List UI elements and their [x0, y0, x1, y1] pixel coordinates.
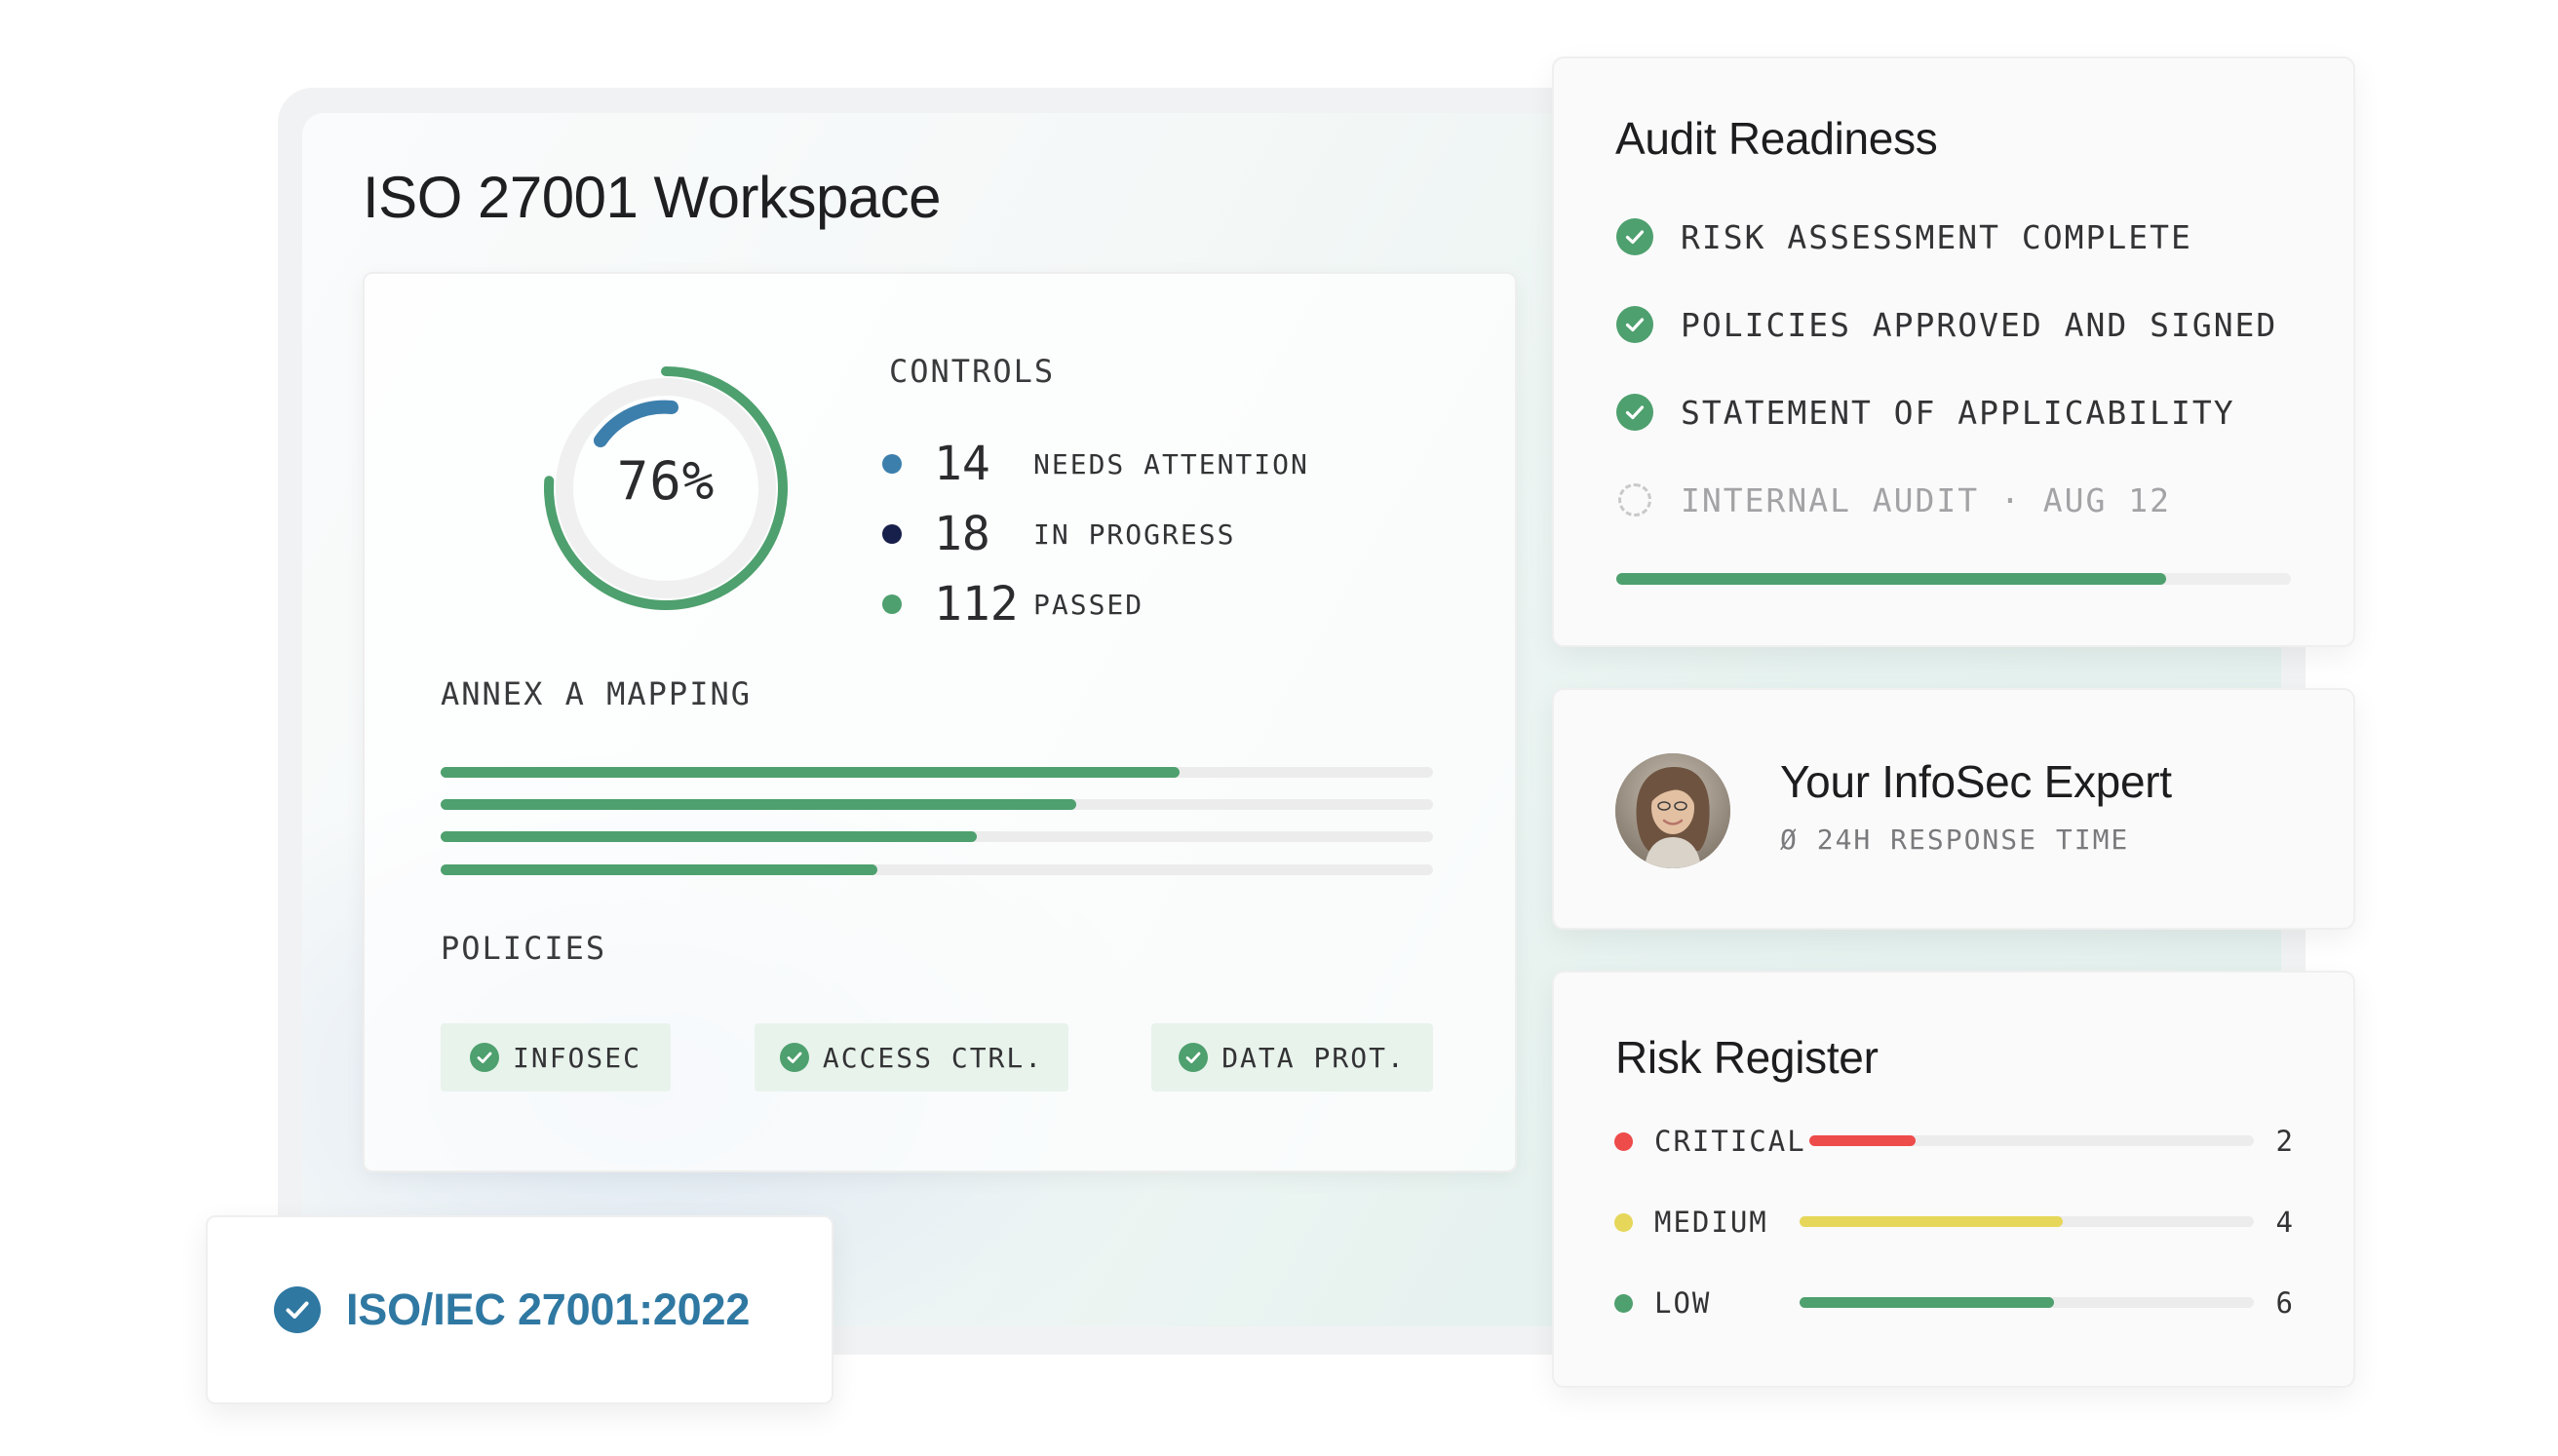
- risk-count: 6: [2275, 1286, 2293, 1320]
- risk-bar: [1800, 1216, 2254, 1227]
- legend-label: NEEDS ATTENTION: [1033, 447, 1309, 480]
- audit-item-label: INTERNAL AUDIT · AUG 12: [1681, 480, 2171, 519]
- audit-readiness-title: Audit Readiness: [1615, 113, 1938, 164]
- legend-dot: [882, 454, 902, 474]
- legend-count: 14: [934, 437, 990, 491]
- certification-badge: ISO/IEC 27001:2022: [206, 1215, 833, 1404]
- check-circle-icon: [1616, 306, 1653, 343]
- expert-subtitle: Ø 24H RESPONSE TIME: [1780, 824, 2130, 856]
- risk-bar: [1809, 1135, 2254, 1146]
- person-portrait-icon: [1615, 753, 1730, 868]
- annex-bar: [441, 799, 1433, 810]
- policy-chip-infosec[interactable]: INFOSEC: [441, 1023, 671, 1092]
- audit-item-internal-audit: INTERNAL AUDIT · AUG 12: [1616, 476, 2171, 524]
- risk-dot: [1614, 1213, 1633, 1232]
- dashed-circle-icon: [1618, 483, 1651, 517]
- policies-heading: POLICIES: [441, 930, 607, 967]
- policy-chip-label: INFOSEC: [512, 1041, 641, 1074]
- audit-item-risk-assessment: RISK ASSESSMENT COMPLETE: [1616, 212, 2192, 261]
- legend-row-passed: 112 PASSED: [882, 575, 1143, 633]
- risk-bar-fill: [1809, 1135, 1917, 1146]
- annex-bar: [441, 831, 1433, 842]
- risk-count: 2: [2275, 1125, 2293, 1158]
- controls-heading: CONTROLS: [889, 353, 1056, 390]
- controls-progress-label: 76%: [616, 450, 716, 512]
- legend-label: IN PROGRESS: [1033, 517, 1236, 551]
- verified-check-icon: [274, 1286, 321, 1333]
- audit-item-policies-approved: POLICIES APPROVED AND SIGNED: [1616, 300, 2277, 349]
- risk-row-medium: MEDIUM 4: [1614, 1203, 2293, 1242]
- risk-label: MEDIUM: [1654, 1206, 1768, 1239]
- risk-bar: [1800, 1297, 2254, 1308]
- risk-bar-fill: [1800, 1216, 2064, 1227]
- audit-readiness-progress-bar: [1616, 573, 2291, 585]
- annex-bar: [441, 767, 1433, 778]
- annex-bar-fill: [441, 864, 877, 875]
- annex-bar-fill: [441, 767, 1181, 778]
- workspace-title: ISO 27001 Workspace: [363, 165, 942, 230]
- legend-row-needs-attention: 14 NEEDS ATTENTION: [882, 435, 1309, 493]
- annex-bar-fill: [441, 831, 977, 842]
- risk-register-title: Risk Register: [1615, 1032, 1879, 1083]
- risk-label: CRITICAL: [1654, 1125, 1806, 1158]
- risk-row-critical: CRITICAL 2: [1614, 1122, 2293, 1161]
- audit-item-statement-of-applicability: STATEMENT OF APPLICABILITY: [1616, 388, 2235, 437]
- annex-heading: ANNEX A MAPPING: [441, 675, 752, 712]
- policy-chip-data-protection[interactable]: DATA PROT.: [1151, 1023, 1433, 1092]
- risk-bar-fill: [1800, 1297, 2054, 1308]
- legend-dot: [882, 594, 902, 614]
- annex-bar-fill: [441, 799, 1076, 810]
- audit-item-label: RISK ASSESSMENT COMPLETE: [1681, 217, 2192, 256]
- expert-avatar[interactable]: [1615, 753, 1730, 868]
- check-circle-icon: [1179, 1043, 1209, 1072]
- risk-dot: [1614, 1294, 1633, 1313]
- policy-chip-label: ACCESS CTRL.: [822, 1041, 1044, 1074]
- certification-label: ISO/IEC 27001:2022: [346, 1284, 751, 1334]
- legend-label: PASSED: [1033, 588, 1144, 621]
- check-circle-icon: [1616, 394, 1653, 431]
- annex-bar: [441, 864, 1433, 875]
- legend-count: 18: [934, 507, 990, 561]
- expert-title: Your InfoSec Expert: [1780, 756, 2172, 807]
- risk-row-low: LOW 6: [1614, 1284, 2293, 1322]
- legend-count: 112: [934, 577, 1019, 632]
- risk-dot: [1614, 1132, 1633, 1151]
- legend-dot: [882, 524, 902, 544]
- check-circle-icon: [1616, 218, 1653, 255]
- legend-row-in-progress: 18 IN PROGRESS: [882, 505, 1235, 563]
- audit-item-label: STATEMENT OF APPLICABILITY: [1681, 393, 2235, 432]
- policy-chip-access-control[interactable]: ACCESS CTRL.: [755, 1023, 1068, 1092]
- check-circle-icon: [779, 1043, 809, 1072]
- audit-item-label: POLICIES APPROVED AND SIGNED: [1681, 305, 2278, 344]
- policy-chip-label: DATA PROT.: [1221, 1041, 1406, 1074]
- risk-count: 4: [2275, 1206, 2293, 1239]
- audit-readiness-progress-fill: [1616, 573, 2166, 585]
- risk-label: LOW: [1654, 1286, 1712, 1320]
- check-circle-icon: [469, 1043, 499, 1072]
